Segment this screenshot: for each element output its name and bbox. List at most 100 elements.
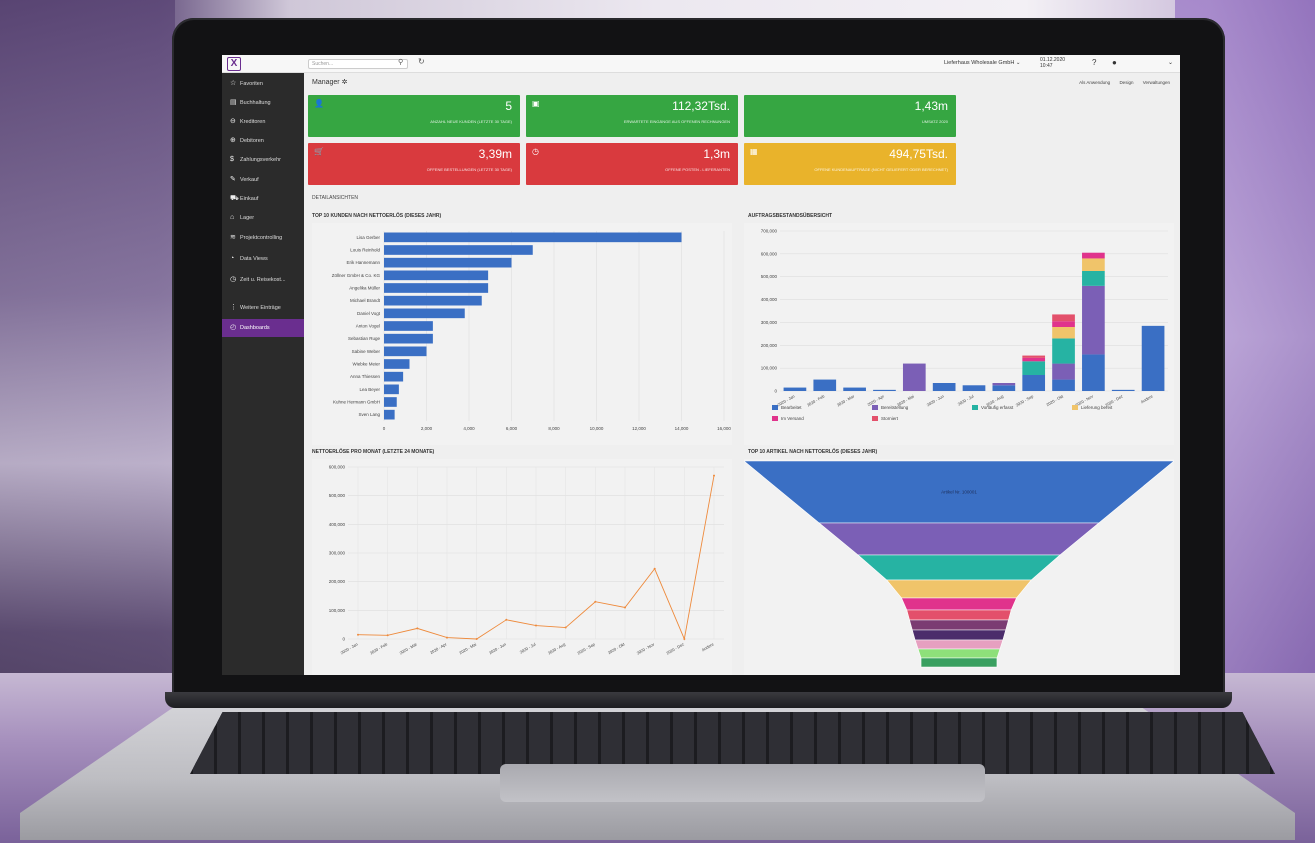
backlog-bar-segment[interactable] xyxy=(1111,389,1135,391)
backlog-bar-segment[interactable] xyxy=(1082,252,1105,259)
funnel-segment[interactable] xyxy=(914,639,1004,650)
sidebar-item-weitere-eintr-ge[interactable]: ⋮ Weitere Einträge xyxy=(222,299,304,317)
chevron-down-icon[interactable]: ⌄ xyxy=(1168,59,1173,66)
customer-bar[interactable] xyxy=(384,359,410,369)
funnel-segment[interactable] xyxy=(906,609,1012,621)
revenue-point[interactable] xyxy=(475,638,478,640)
backlog-bar-segment[interactable] xyxy=(1052,379,1075,391)
kpi-value: 5 xyxy=(505,99,512,113)
sidebar-item-verkauf[interactable]: ✎ Verkauf xyxy=(222,171,304,189)
backlog-bar-segment[interactable] xyxy=(1052,363,1075,380)
customer-bar[interactable] xyxy=(384,384,399,395)
customer-bar[interactable] xyxy=(384,333,433,344)
sidebar-item-debitoren[interactable]: ⊕ Debitoren xyxy=(222,132,304,150)
help-icon[interactable]: ? xyxy=(1092,58,1096,67)
customer-bar[interactable] xyxy=(384,308,465,319)
funnel-segment[interactable] xyxy=(857,554,1061,581)
sidebar-item-kreditoren[interactable]: ⊖ Kreditoren xyxy=(222,113,304,131)
kpi-tile[interactable]: ▣ 112,32Tsd. ERWARTETE EINGÄNGE AUS OFFENE… xyxy=(526,95,738,137)
funnel-segment[interactable] xyxy=(886,579,1032,599)
customer-bar[interactable] xyxy=(384,397,397,407)
backlog-bar-segment[interactable] xyxy=(1022,357,1046,362)
sidebar-item-projektcontrolling[interactable]: ≋ Projektcontrolling xyxy=(222,229,304,247)
backlog-bar-segment[interactable] xyxy=(1052,314,1075,322)
backlog-bar-segment[interactable] xyxy=(843,387,866,391)
customer-bar[interactable] xyxy=(384,321,433,331)
backlog-bar-segment[interactable] xyxy=(1052,321,1075,327)
backlog-bar-segment[interactable] xyxy=(1082,354,1105,391)
kpi-tile[interactable]: ◷ 1,3m OFFENE POSTEN - LIEFERANTEN xyxy=(526,143,738,185)
backlog-bar-segment[interactable] xyxy=(932,383,956,391)
backlog-bar-segment[interactable] xyxy=(873,389,896,391)
customer-bar[interactable] xyxy=(384,232,682,243)
backlog-bar-segment[interactable] xyxy=(1022,375,1046,391)
revenue-point[interactable] xyxy=(653,567,656,570)
backlog-bar-segment[interactable] xyxy=(1082,285,1105,355)
backlog-bar-segment[interactable] xyxy=(1022,355,1046,358)
y-tick-label: 500,000 xyxy=(329,493,346,498)
customer-bar[interactable] xyxy=(384,245,533,255)
company-selector[interactable]: Lieferhaus Wholesale GmbH ⌄ xyxy=(944,60,1020,66)
revenue-point[interactable] xyxy=(564,626,567,629)
backlog-bar-segment[interactable] xyxy=(1141,325,1165,391)
sidebar-item-lager[interactable]: ⌂ Lager xyxy=(222,209,304,227)
backlog-bar-segment[interactable] xyxy=(1082,271,1105,286)
revenue-point[interactable] xyxy=(624,606,626,609)
backlog-bar-segment[interactable] xyxy=(992,383,1016,386)
revenue-point[interactable] xyxy=(386,634,389,637)
kpi-tile[interactable]: 1,43m UMSATZ 2020 xyxy=(744,95,956,137)
revenue-point[interactable] xyxy=(416,627,419,630)
search-input[interactable]: Suchen... xyxy=(308,59,408,69)
kpi-tile[interactable]: ▦ 494,75Tsd. OFFENE KUNDENAUFTRÄGE (NICHT … xyxy=(744,143,956,185)
funnel-segment[interactable] xyxy=(920,657,998,668)
sidebar-item-favoriten[interactable]: ☆ Favoriten xyxy=(222,75,304,93)
customer-bar[interactable] xyxy=(384,283,489,293)
funnel-segment[interactable] xyxy=(909,619,1009,631)
funnel-segment[interactable] xyxy=(911,629,1007,641)
backlog-bar-segment[interactable] xyxy=(1052,338,1075,364)
sidebar-item-buchhaltung[interactable]: ▤ Buchhaltung xyxy=(222,94,304,112)
backlog-bar-segment[interactable] xyxy=(783,387,807,391)
customer-bar[interactable] xyxy=(384,270,489,281)
customer-bar[interactable] xyxy=(384,295,482,306)
revenue-point[interactable] xyxy=(535,624,537,627)
kpi-value: 1,43m xyxy=(914,99,948,113)
sidebar-item-zahlungsverkehr[interactable]: $ Zahlungsverkehr xyxy=(222,151,304,169)
action-as-app[interactable]: Als Anwendung xyxy=(1079,80,1110,85)
revenue-point[interactable] xyxy=(446,636,448,639)
backlog-bar-segment[interactable] xyxy=(1052,327,1075,339)
backlog-bar-segment[interactable] xyxy=(1082,258,1105,271)
sidebar-item-data-views[interactable]: ◔ Data Views xyxy=(222,250,304,268)
refresh-icon[interactable]: ↻ xyxy=(418,57,425,66)
customer-bar[interactable] xyxy=(384,409,395,420)
backlog-bar-segment[interactable] xyxy=(813,379,837,391)
revenue-point[interactable] xyxy=(594,600,597,603)
backlog-bar-segment[interactable] xyxy=(1022,361,1046,375)
sidebar-item-zeit-u-reisekost[interactable]: ◷ Zeit u. Reisekost... xyxy=(222,271,304,289)
sidebar-item-einkauf[interactable]: ⛟Einkauf xyxy=(222,190,304,208)
datetime-selector[interactable]: 01.12.2020 10:47 xyxy=(1040,57,1065,69)
search-icon[interactable]: ⚲ xyxy=(398,58,403,66)
funnel-segment[interactable] xyxy=(818,522,1100,556)
customer-bar[interactable] xyxy=(384,371,404,382)
sidebar-item-dashboards[interactable]: ◴ Dashboards xyxy=(222,319,304,337)
backlog-bar-segment[interactable] xyxy=(902,363,926,391)
revenue-point[interactable] xyxy=(505,618,508,621)
revenue-point[interactable] xyxy=(683,638,686,640)
user-icon[interactable]: ● xyxy=(1112,58,1117,67)
funnel-segment[interactable] xyxy=(901,597,1017,611)
customer-bar[interactable] xyxy=(384,257,512,268)
backlog-bar-segment[interactable] xyxy=(992,385,1016,391)
pin-icon[interactable]: ✲ xyxy=(342,79,348,86)
action-design[interactable]: Design xyxy=(1119,80,1133,85)
funnel-segment[interactable] xyxy=(917,648,1001,659)
backlog-bar-segment[interactable] xyxy=(962,385,986,391)
customer-bar[interactable] xyxy=(384,346,427,357)
revenue-point[interactable] xyxy=(357,633,359,636)
action-manage[interactable]: Verwaltungen xyxy=(1143,80,1170,85)
app-logo-icon[interactable]: X xyxy=(227,57,241,71)
x-tick-label: 2020 - Jun xyxy=(488,642,507,656)
kpi-tile[interactable]: 🛒 3,39m OFFENE BESTELLUNGEN (LETZTE 30 TAG… xyxy=(308,143,520,185)
kpi-tile[interactable]: 👤 5 ANZAHL NEUE KUNDEN (LETZTE 30 TAGE) xyxy=(308,95,520,137)
revenue-point[interactable] xyxy=(713,474,715,477)
